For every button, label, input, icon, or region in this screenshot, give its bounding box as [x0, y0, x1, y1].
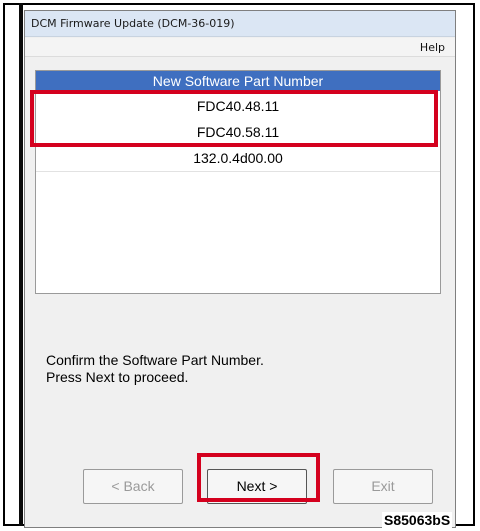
left-border-bar: [19, 3, 23, 526]
firmware-update-window: DCM Firmware Update (DCM-36-019) Help Ne…: [24, 10, 456, 528]
window-title: DCM Firmware Update (DCM-36-019): [31, 17, 235, 30]
back-button[interactable]: < Back: [83, 469, 183, 504]
instruction-line-1: Confirm the Software Part Number.: [46, 352, 264, 368]
title-bar: DCM Firmware Update (DCM-36-019): [25, 11, 455, 37]
figure-id-label: S85063bS: [382, 512, 453, 528]
instruction-text: Confirm the Software Part Number. Press …: [46, 352, 264, 386]
instruction-line-2: Press Next to proceed.: [46, 369, 189, 385]
next-button-highlight-box: [197, 453, 320, 502]
part-number-highlight-box: [30, 90, 438, 147]
list-item[interactable]: 132.0.4d00.00: [36, 145, 440, 172]
menu-bar: Help: [25, 38, 455, 57]
list-header: New Software Part Number: [36, 71, 440, 91]
help-menu[interactable]: Help: [420, 41, 445, 54]
exit-button[interactable]: Exit: [333, 469, 433, 504]
